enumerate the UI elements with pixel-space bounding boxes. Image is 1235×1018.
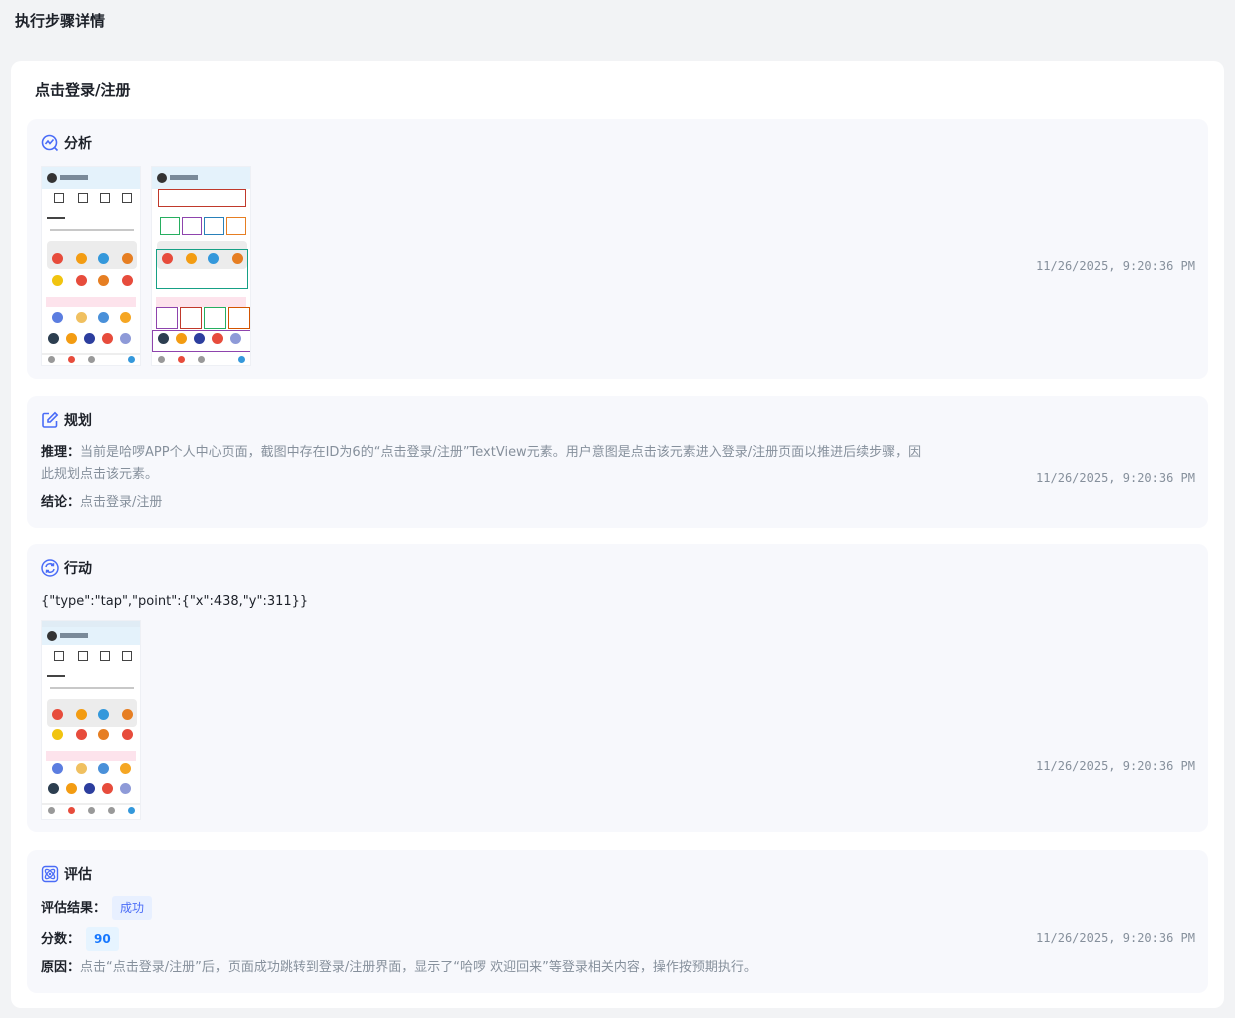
action-header: 行动 <box>41 558 92 578</box>
reasoning-label: 推理： <box>41 445 81 460</box>
evaluation-timestamp: 11/26/2025, 9:20:36 PM <box>1036 931 1195 945</box>
analysis-title: 分析 <box>64 136 92 152</box>
analysis-annotated-screenshot[interactable] <box>151 166 251 366</box>
analysis-screenshot[interactable] <box>41 166 141 366</box>
result-label: 评估结果： <box>41 901 107 916</box>
evaluation-reason: 原因：点击“点击登录/注册”后，页面成功跳转到登录/注册界面，显示了“哈啰 欢迎… <box>41 957 757 979</box>
reasoning-line-2: 此规划点击该元素。 <box>41 467 159 482</box>
page-title: 执行步骤详情 <box>15 12 106 30</box>
reasoning-line-1: 当前是哈啰APP个人中心页面，截图中存在ID为6的“点击登录/注册”TextVi… <box>80 445 922 460</box>
planning-section: 规划 推理：当前是哈啰APP个人中心页面，截图中存在ID为6的“点击登录/注册”… <box>27 396 1208 528</box>
planning-header: 规划 <box>41 410 92 430</box>
evaluation-score: 分数： 90 <box>41 927 119 951</box>
planning-title: 规划 <box>64 413 92 429</box>
evaluation-result: 评估结果： 成功 <box>41 896 153 920</box>
refresh-icon <box>41 559 59 577</box>
chart-icon <box>41 134 59 152</box>
conclusion-value: 点击登录/注册 <box>80 495 163 510</box>
action-section: 行动 {"type":"tap","point":{"x":438,"y":31… <box>27 544 1208 832</box>
step-title: 点击登录/注册 <box>35 81 131 99</box>
action-code: {"type":"tap","point":{"x":438,"y":311}} <box>41 594 309 609</box>
step-detail-card: 点击登录/注册 分析 11/26/2025, 9:20:36 PM 规划 推理：… <box>11 61 1224 1008</box>
analysis-section: 分析 11/26/2025, 9:20:36 PM <box>27 119 1208 379</box>
score-label: 分数： <box>41 932 81 947</box>
planning-conclusion: 结论：点击登录/注册 <box>41 492 162 514</box>
planning-reasoning: 推理：当前是哈啰APP个人中心页面，截图中存在ID为6的“点击登录/注册”Tex… <box>41 442 991 486</box>
action-screenshot[interactable] <box>41 620 141 820</box>
atom-icon <box>41 865 59 883</box>
score-badge: 90 <box>86 927 119 951</box>
analysis-header: 分析 <box>41 133 92 153</box>
status-badge: 成功 <box>112 896 153 920</box>
evaluation-title: 评估 <box>64 867 92 883</box>
reason-label: 原因： <box>41 960 81 975</box>
planning-timestamp: 11/26/2025, 9:20:36 PM <box>1036 471 1195 485</box>
conclusion-label: 结论： <box>41 495 81 510</box>
evaluation-section: 评估 评估结果： 成功 分数： 90 原因：点击“点击登录/注册”后，页面成功跳转到… <box>27 850 1208 993</box>
action-title: 行动 <box>64 561 92 577</box>
reason-value: 点击“点击登录/注册”后，页面成功跳转到登录/注册界面，显示了“哈啰 欢迎回来”… <box>80 960 757 975</box>
action-timestamp: 11/26/2025, 9:20:36 PM <box>1036 759 1195 773</box>
analysis-timestamp: 11/26/2025, 9:20:36 PM <box>1036 259 1195 273</box>
edit-icon <box>41 411 59 429</box>
evaluation-header: 评估 <box>41 864 92 884</box>
